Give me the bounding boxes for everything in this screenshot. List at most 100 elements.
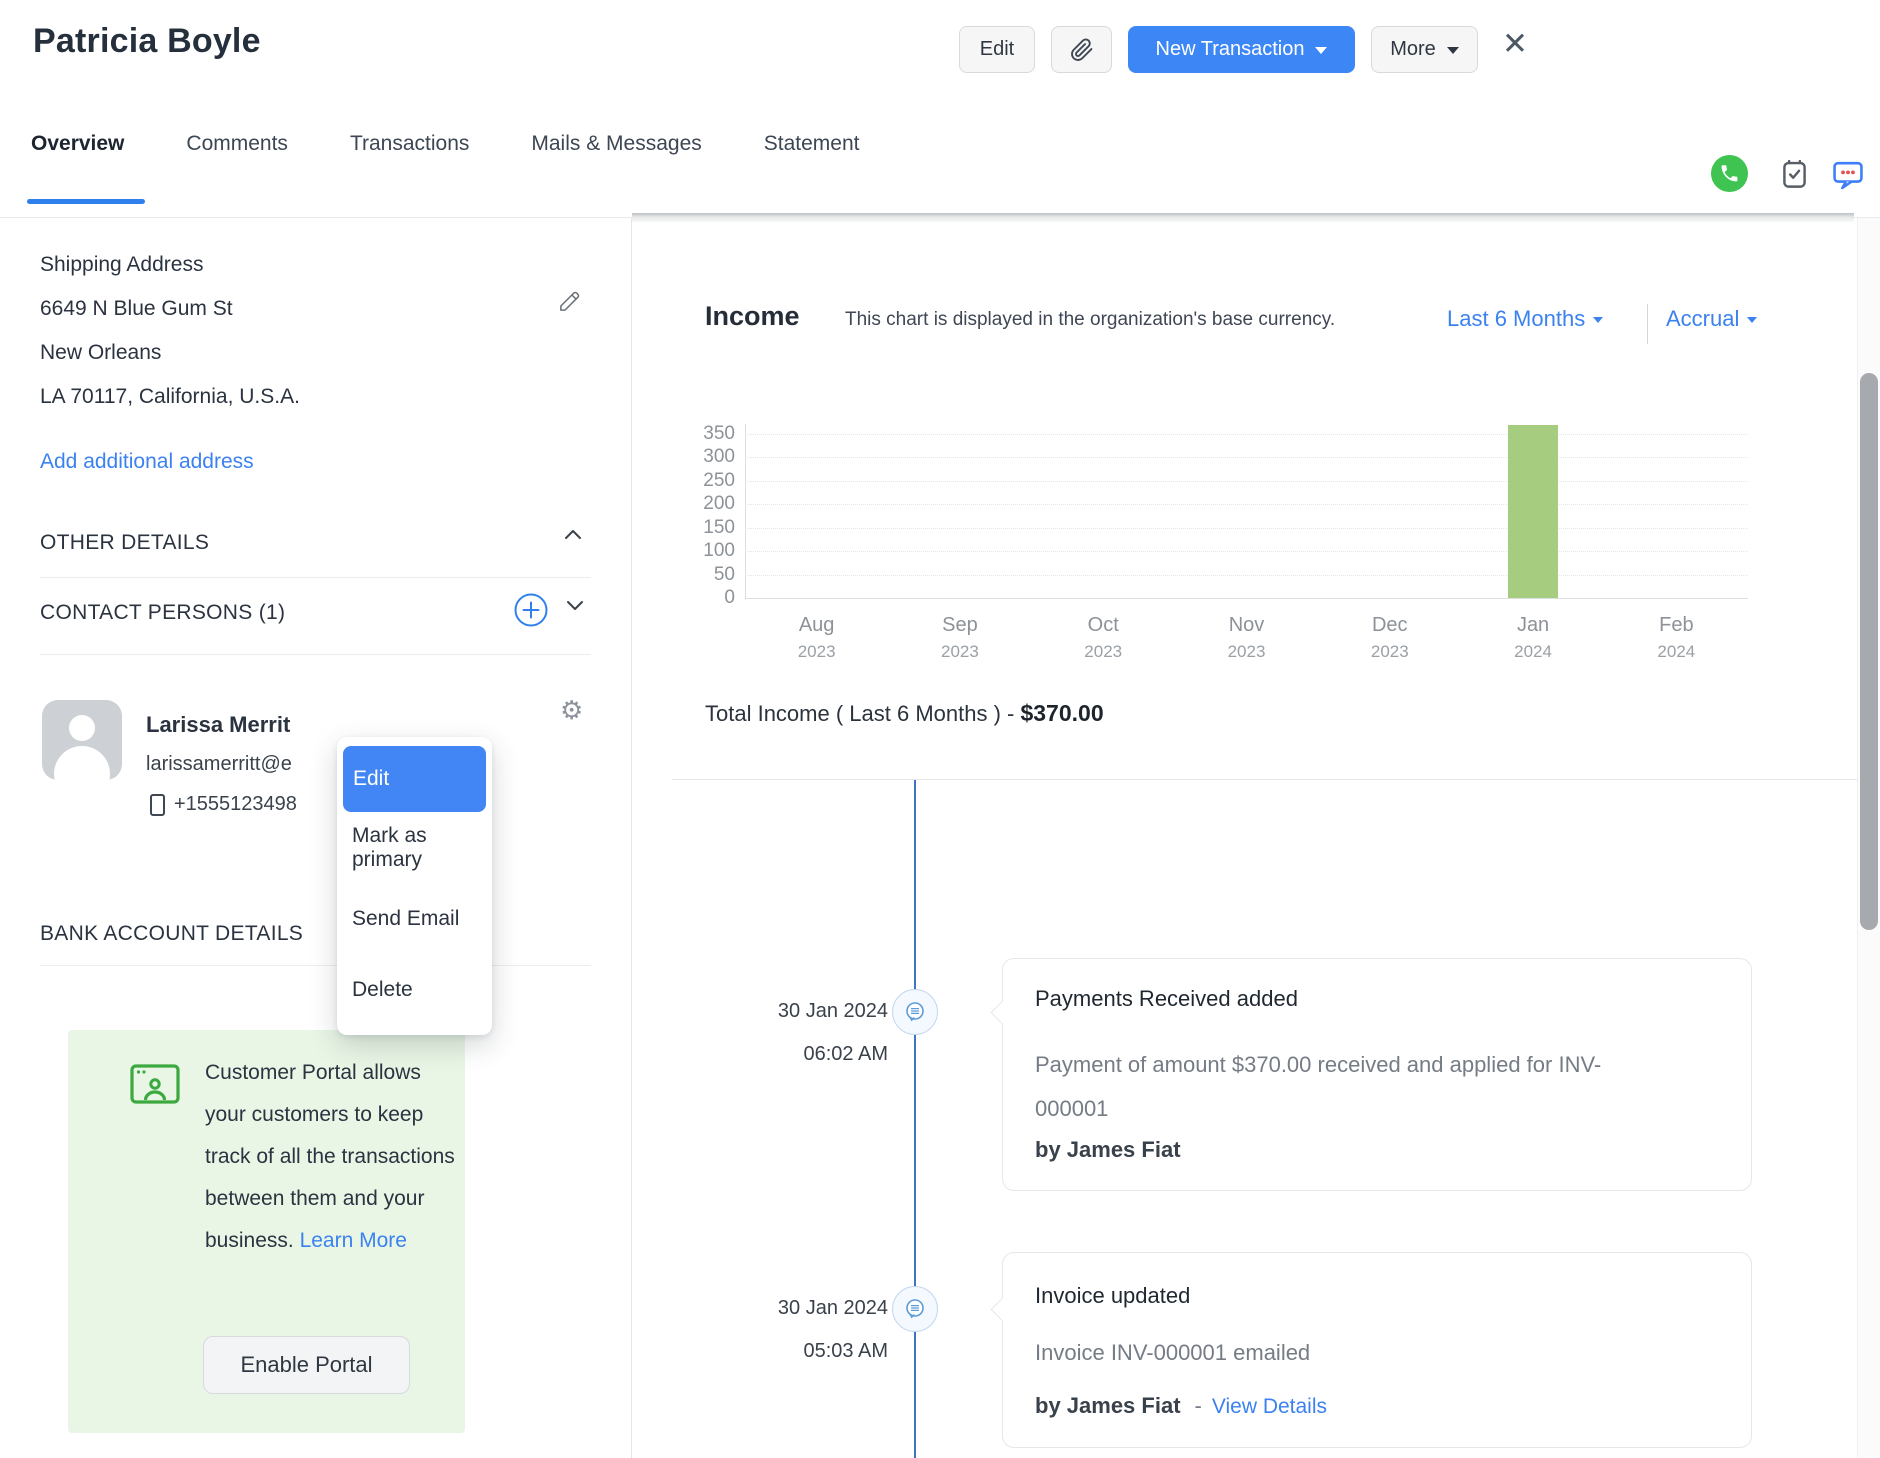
x-tick-month: Feb <box>1616 614 1736 637</box>
new-transaction-button[interactable]: New Transaction <box>1128 26 1355 73</box>
other-details-header[interactable]: OTHER DETAILS <box>40 531 209 555</box>
contact-settings-gear-icon[interactable]: ⚙ <box>560 697 583 723</box>
portal-description: Customer Portal allows your customers to… <box>205 1061 455 1252</box>
chevron-down-icon <box>1593 317 1603 323</box>
x-tick-year: 2023 <box>1330 642 1450 662</box>
gridline <box>745 504 1748 505</box>
tab-transactions[interactable]: Transactions <box>350 132 469 156</box>
timeline-line <box>914 780 916 1458</box>
section-divider <box>40 965 591 966</box>
close-button[interactable]: ✕ <box>1502 28 1528 59</box>
scrollbar-thumb[interactable] <box>1860 373 1878 930</box>
add-additional-address-link[interactable]: Add additional address <box>40 450 254 474</box>
total-income-prefix: Total Income ( Last 6 Months ) - <box>705 701 1020 726</box>
sidebar-divider <box>631 218 632 1458</box>
section-divider <box>40 654 591 655</box>
tab-statement[interactable]: Statement <box>764 132 860 156</box>
shipping-address-line: LA 70117, California, U.S.A. <box>40 375 300 419</box>
tab-overview[interactable]: Overview <box>31 132 124 156</box>
enable-portal-button[interactable]: Enable Portal <box>203 1336 410 1394</box>
y-tick-label: 50 <box>683 564 735 586</box>
paperclip-icon <box>1070 38 1094 62</box>
card-notch <box>990 1000 1014 1024</box>
y-tick-label: 150 <box>683 517 735 539</box>
avatar-head-shape <box>69 715 95 741</box>
gridline <box>745 457 1748 458</box>
y-tick-label: 0 <box>683 587 735 609</box>
contact-persons-header[interactable]: CONTACT PERSONS (1) <box>40 601 285 625</box>
shipping-address-block: Shipping Address 6649 N Blue Gum St New … <box>40 243 300 419</box>
timeline-card-body: Invoice INV-000001 emailed <box>1035 1331 1635 1375</box>
gridline <box>745 434 1748 435</box>
y-tick-label: 200 <box>683 493 735 515</box>
x-tick-month: Aug <box>757 614 877 637</box>
chevron-down-icon <box>1747 317 1757 323</box>
timeline-date: 30 Jan 2024 <box>698 1297 888 1320</box>
section-divider <box>40 577 591 578</box>
shipping-address-line: 6649 N Blue Gum St <box>40 287 300 331</box>
attachment-button[interactable] <box>1051 26 1112 73</box>
contact-name: Larissa Merrit <box>146 712 290 738</box>
chevron-down-icon <box>1315 47 1327 54</box>
timeline-card-title: Payments Received added <box>1035 986 1298 1012</box>
timeline-card-title: Invoice updated <box>1035 1283 1190 1309</box>
accounting-basis-dropdown[interactable]: Accrual <box>1666 306 1757 332</box>
learn-more-link[interactable]: Learn More <box>300 1229 407 1252</box>
date-range-dropdown[interactable]: Last 6 Months <box>1447 306 1603 332</box>
x-tick-year: 2023 <box>1187 642 1307 662</box>
contact-email: larissamerritt@e <box>146 753 292 776</box>
tab-comments[interactable]: Comments <box>186 132 288 156</box>
chevron-down-icon[interactable] <box>565 599 585 613</box>
edit-button-label: Edit <box>980 38 1014 61</box>
x-tick-month: Oct <box>1043 614 1163 637</box>
menu-item-send-email[interactable]: Send Email <box>337 883 492 954</box>
more-button[interactable]: More <box>1371 26 1478 73</box>
x-tick-month: Sep <box>900 614 1020 637</box>
timeline-time: 05:03 AM <box>698 1340 888 1363</box>
timeline-date: 30 Jan 2024 <box>698 1000 888 1023</box>
gridline <box>745 575 1748 576</box>
edit-button[interactable]: Edit <box>959 26 1035 73</box>
x-tick-year: 2024 <box>1616 642 1736 662</box>
tasks-clipboard-icon[interactable] <box>1778 157 1811 192</box>
customer-portal-banner: Customer Portal allows your customers to… <box>68 1030 465 1433</box>
total-income-line: Total Income ( Last 6 Months ) - $370.00 <box>705 700 1104 727</box>
active-tab-underline <box>27 199 145 204</box>
timeline-card: Payments Received added Payment of amoun… <box>1002 958 1752 1191</box>
tab-mails-messages[interactable]: Mails & Messages <box>531 132 701 156</box>
contact-context-menu: Edit Mark as primary Send Email Delete <box>337 737 492 1035</box>
whatsapp-icon[interactable] <box>1711 155 1748 192</box>
total-income-amount: $370.00 <box>1020 700 1103 726</box>
menu-item-mark-as-primary[interactable]: Mark as primary <box>337 812 492 883</box>
gridline <box>745 551 1748 552</box>
dropdown-separator <box>1647 304 1648 344</box>
y-axis-line <box>745 424 746 598</box>
add-contact-person-button[interactable] <box>514 593 548 627</box>
income-timeline-divider <box>672 779 1860 780</box>
timeline-node-comment-icon <box>892 989 938 1035</box>
income-section-title: Income <box>705 301 800 332</box>
menu-item-edit[interactable]: Edit <box>343 746 486 812</box>
timeline-card-body: Payment of amount $370.00 received and a… <box>1035 1043 1635 1131</box>
x-tick-year: 2023 <box>900 642 1020 662</box>
y-tick-label: 300 <box>683 446 735 468</box>
edit-address-pencil-icon[interactable] <box>558 290 581 313</box>
byline-text: by James Fiat <box>1035 1393 1181 1418</box>
x-tick-year: 2023 <box>1043 642 1163 662</box>
income-bar <box>1508 425 1558 598</box>
x-tick-month: Jan <box>1473 614 1593 637</box>
page-title: Patricia Boyle <box>33 22 261 61</box>
chevron-up-icon[interactable] <box>563 527 583 541</box>
date-range-label: Last 6 Months <box>1447 306 1585 332</box>
view-details-link[interactable]: View Details <box>1212 1395 1327 1418</box>
contact-phone-row: +1555123498 <box>150 793 297 816</box>
feedback-chat-icon[interactable] <box>1831 158 1865 191</box>
accounting-basis-label: Accrual <box>1666 306 1739 332</box>
customer-portal-icon <box>130 1064 180 1108</box>
x-tick-month: Nov <box>1187 614 1307 637</box>
customer-portal-text: Customer Portal allows your customers to… <box>205 1052 459 1262</box>
x-tick-year: 2024 <box>1473 642 1593 662</box>
avatar-body-shape <box>54 746 110 780</box>
byline-separator: - <box>1195 1393 1202 1418</box>
menu-item-delete[interactable]: Delete <box>337 954 492 1025</box>
